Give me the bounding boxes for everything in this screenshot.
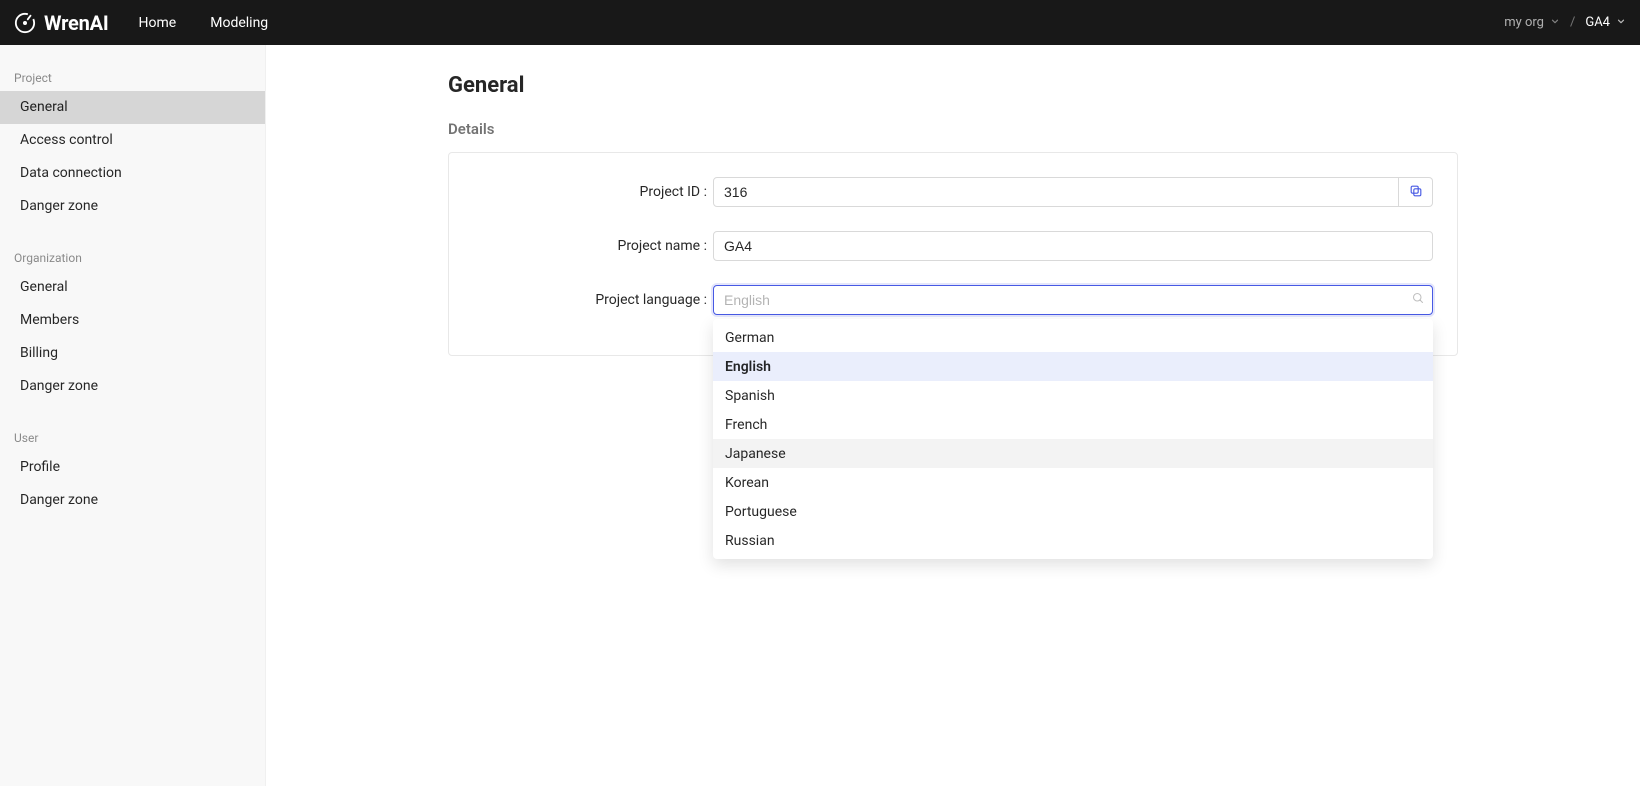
sidebar-group-label: Project (0, 61, 265, 91)
breadcrumb: my org / GA4 (1504, 15, 1626, 30)
sidebar-item-danger-zone[interactable]: Danger zone (0, 484, 265, 517)
row-project-language: Project language GermanEnglishSpanishFre… (473, 285, 1433, 315)
nav-home[interactable]: Home (139, 15, 177, 31)
crumb-org[interactable]: my org (1504, 15, 1560, 30)
brand-logo[interactable]: WrenAI (14, 11, 109, 35)
sidebar-item-profile[interactable]: Profile (0, 451, 265, 484)
language-option-spanish[interactable]: Spanish (713, 381, 1433, 410)
sidebar-item-general[interactable]: General (0, 271, 265, 304)
main-content: General Details Project ID (266, 45, 1640, 786)
crumb-project-label: GA4 (1585, 15, 1610, 30)
language-option-english[interactable]: English (713, 352, 1433, 381)
copy-icon (1409, 184, 1423, 201)
sidebar-item-data-connection[interactable]: Data connection (0, 157, 265, 190)
row-project-id: Project ID (473, 177, 1433, 207)
sidebar-item-danger-zone[interactable]: Danger zone (0, 370, 265, 403)
language-option-portuguese[interactable]: Portuguese (713, 497, 1433, 526)
language-option-french[interactable]: French (713, 410, 1433, 439)
project-language-select[interactable]: GermanEnglishSpanishFrenchJapaneseKorean… (713, 285, 1433, 315)
section-details-title: Details (448, 120, 1458, 138)
chevron-down-icon (1616, 15, 1626, 30)
app-header: WrenAI Home Modeling my org / GA4 (0, 0, 1640, 45)
sidebar-item-members[interactable]: Members (0, 304, 265, 337)
sidebar-item-danger-zone[interactable]: Danger zone (0, 190, 265, 223)
language-dropdown: GermanEnglishSpanishFrenchJapaneseKorean… (713, 319, 1433, 559)
sidebar-group-label: Organization (0, 241, 265, 271)
sidebar-item-access-control[interactable]: Access control (0, 124, 265, 157)
label-project-language: Project language (473, 292, 713, 308)
nav-modeling[interactable]: Modeling (210, 15, 268, 31)
page-title: General (448, 73, 1458, 98)
label-project-id: Project ID (473, 184, 713, 200)
brand-name: WrenAI (44, 11, 109, 35)
sidebar-item-general[interactable]: General (0, 91, 265, 124)
language-option-japanese[interactable]: Japanese (713, 439, 1433, 468)
chevron-down-icon (1550, 15, 1560, 30)
copy-project-id-button[interactable] (1399, 177, 1433, 207)
sidebar-group-label: User (0, 421, 265, 451)
sidebar-item-billing[interactable]: Billing (0, 337, 265, 370)
label-project-name: Project name (473, 238, 713, 254)
project-id-input[interactable] (713, 177, 1399, 207)
project-language-search-input[interactable] (713, 285, 1433, 315)
crumb-separator: / (1570, 15, 1575, 30)
settings-sidebar: ProjectGeneralAccess controlData connect… (0, 45, 266, 786)
language-option-russian[interactable]: Russian (713, 526, 1433, 555)
language-option-korean[interactable]: Korean (713, 468, 1433, 497)
wren-logo-icon (14, 12, 36, 34)
details-card: Project ID (448, 152, 1458, 356)
language-option-german[interactable]: German (713, 323, 1433, 352)
row-project-name: Project name (473, 231, 1433, 261)
crumb-org-label: my org (1504, 15, 1544, 30)
crumb-project[interactable]: GA4 (1585, 15, 1626, 30)
top-nav: Home Modeling (139, 15, 269, 31)
project-name-input[interactable] (713, 231, 1433, 261)
